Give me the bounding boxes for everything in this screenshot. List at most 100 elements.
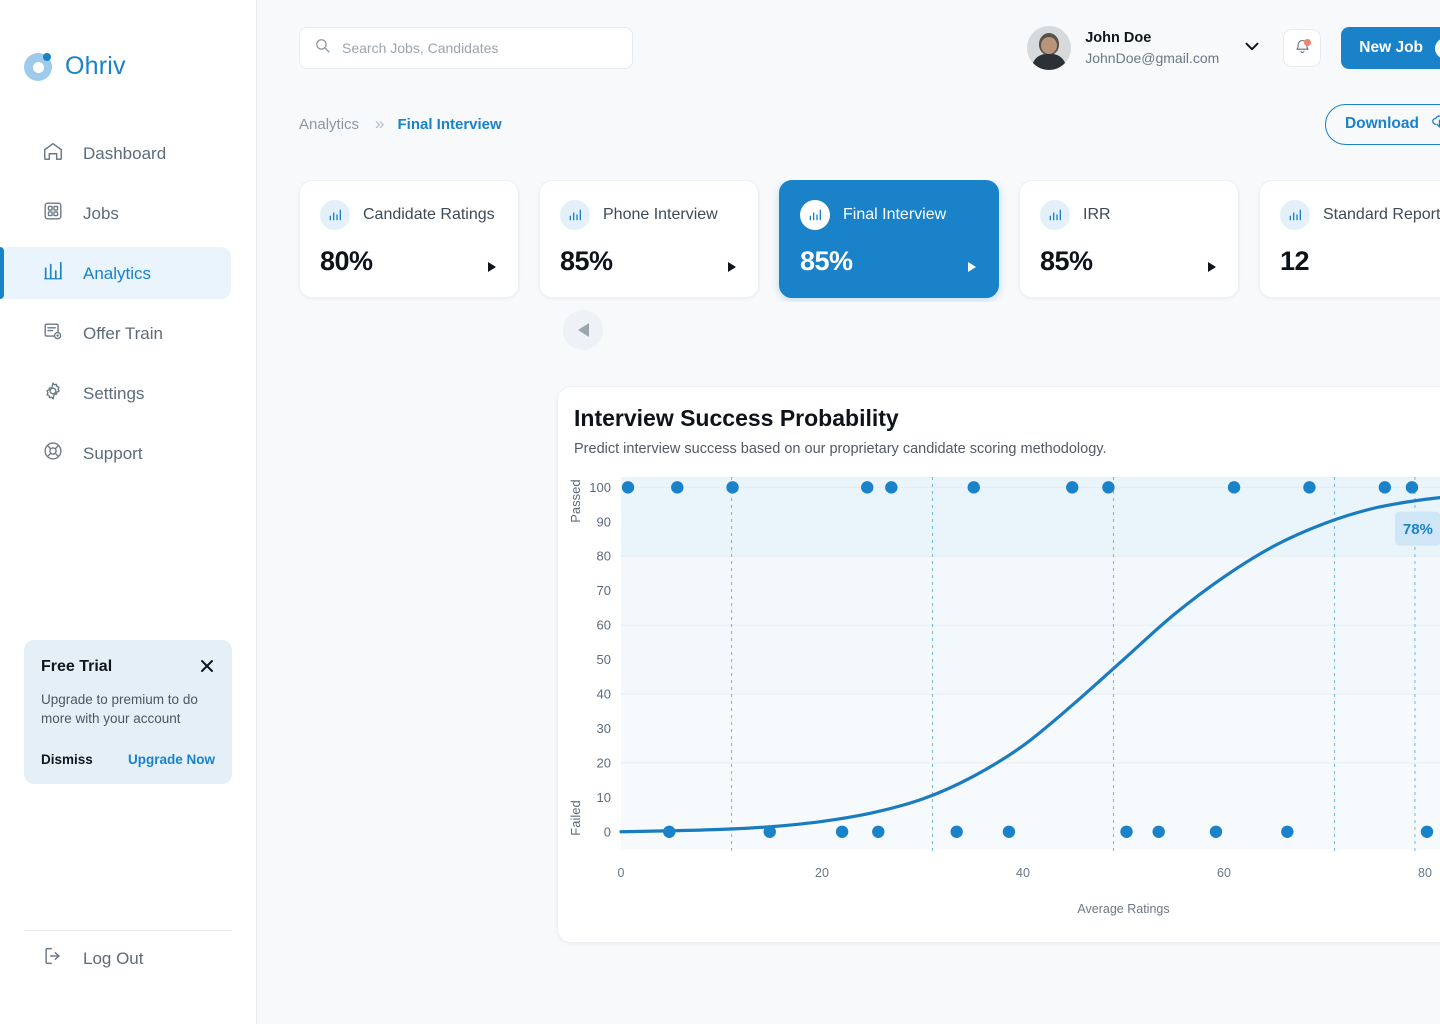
brand-name: Ohriv xyxy=(65,52,126,81)
caret-left-icon xyxy=(578,323,589,337)
chart-ytick-label: 40 xyxy=(597,687,611,702)
chart-point-failed xyxy=(1210,826,1222,838)
chart-point-failed xyxy=(663,826,675,838)
download-button[interactable]: Download xyxy=(1325,104,1440,145)
sidebar-item-jobs[interactable]: Jobs xyxy=(0,187,231,239)
sidebar-item-label: Support xyxy=(83,445,143,462)
main-content: John Doe JohnDoe@gmail.com New Job + xyxy=(257,0,1440,1024)
chart-ytick-label: 10 xyxy=(597,790,611,805)
chart-xtick-label: 80 xyxy=(1418,866,1432,880)
chart-point-passed xyxy=(1066,481,1078,493)
plus-icon: + xyxy=(1435,38,1440,59)
metric-card-value: 80% xyxy=(320,246,498,277)
profile-menu[interactable]: John Doe JohnDoe@gmail.com xyxy=(1027,26,1263,70)
gear-icon xyxy=(42,380,64,407)
chart-point-failed xyxy=(1003,826,1015,838)
breadcrumb-row: Analytics » Final Interview Download xyxy=(257,96,1440,152)
chart-point-failed xyxy=(872,826,884,838)
free-trial-card: Free Trial Upgrade to premium to do more… xyxy=(24,640,232,784)
grid-icon xyxy=(42,200,64,227)
profile-email: JohnDoe@gmail.com xyxy=(1085,49,1219,67)
sidebar-item-support[interactable]: Support xyxy=(0,427,231,479)
chart-point-failed xyxy=(950,826,962,838)
chevron-down-icon[interactable] xyxy=(1241,35,1263,62)
chart-ytick-label: 70 xyxy=(597,583,611,598)
sidebar-item-analytics[interactable]: Analytics xyxy=(0,247,231,299)
play-caret-icon[interactable] xyxy=(968,262,976,272)
search-icon xyxy=(314,37,331,59)
metric-card-phone-interview[interactable]: Phone Interview 85% xyxy=(539,180,759,298)
profile-name: John Doe xyxy=(1085,30,1219,47)
bar-chart-icon xyxy=(42,260,64,287)
bar-chart-icon xyxy=(320,200,350,230)
chart-point-failed xyxy=(1421,826,1433,838)
app-root: Ohriv Dashboard Jobs Analytics xyxy=(0,0,1440,1024)
metric-card-value: 12 xyxy=(1280,246,1440,277)
sidebar-item-label: Jobs xyxy=(83,205,119,222)
avatar xyxy=(1027,26,1071,70)
breadcrumb-separator-icon: » xyxy=(375,114,381,134)
metric-card-value: 85% xyxy=(800,246,978,277)
chart-point-failed xyxy=(836,826,848,838)
play-caret-icon[interactable] xyxy=(1208,262,1216,272)
close-icon[interactable] xyxy=(199,658,215,674)
free-trial-title: Free Trial xyxy=(41,658,112,676)
new-job-button[interactable]: New Job + xyxy=(1341,27,1440,69)
chart-point-passed xyxy=(1406,481,1418,493)
chart-point-passed xyxy=(622,481,634,493)
breadcrumb-current[interactable]: Final Interview xyxy=(398,116,502,133)
chart-ytick-label: 90 xyxy=(597,514,611,529)
sidebar-item-dashboard[interactable]: Dashboard xyxy=(0,127,231,179)
metric-card-standard-report[interactable]: Standard Report 12 xyxy=(1259,180,1440,298)
chart-point-failed xyxy=(1120,826,1132,838)
sidebar: Ohriv Dashboard Jobs Analytics xyxy=(0,0,257,1024)
logout-button[interactable]: Log Out xyxy=(42,945,144,972)
chart-xtick-label: 20 xyxy=(815,866,829,880)
chart-panel: Interview Success Probability Predict in… xyxy=(557,386,1440,943)
metric-card-title: IRR xyxy=(1083,206,1111,224)
chart-point-passed xyxy=(885,481,897,493)
metric-card-value: 85% xyxy=(560,246,738,277)
download-label: Download xyxy=(1345,115,1419,133)
metric-card-irr[interactable]: IRR 85% xyxy=(1019,180,1239,298)
chart-point-passed xyxy=(1102,481,1114,493)
chart-point-passed xyxy=(726,481,738,493)
chart-xtick-label: 0 xyxy=(618,866,625,880)
top-bar-right: John Doe JohnDoe@gmail.com New Job + xyxy=(1027,26,1440,70)
chart-ytick-label: 100 xyxy=(589,480,611,495)
carousel-prev-button[interactable] xyxy=(563,310,603,350)
sidebar-item-settings[interactable]: Settings xyxy=(0,367,231,419)
upgrade-now-button[interactable]: Upgrade Now xyxy=(128,752,215,767)
free-trial-body: Upgrade to premium to do more with your … xyxy=(41,690,215,728)
metric-card-candidate-ratings[interactable]: Candidate Ratings 80% xyxy=(299,180,519,298)
interview-success-chart[interactable]: 0102030405060708090100PassedFailed020406… xyxy=(558,459,1440,944)
chart-ytick-label: 50 xyxy=(597,652,611,667)
play-caret-icon[interactable] xyxy=(488,262,496,272)
dismiss-button[interactable]: Dismiss xyxy=(41,752,93,767)
sidebar-item-offer-train[interactable]: Offer Train xyxy=(0,307,231,359)
chart-point-passed xyxy=(861,481,873,493)
metric-card-title: Candidate Ratings xyxy=(363,206,495,224)
metric-card-value: 85% xyxy=(1040,246,1218,277)
play-caret-icon[interactable] xyxy=(728,262,736,272)
brand[interactable]: Ohriv xyxy=(0,0,256,81)
page-title: Interview Success Probability xyxy=(574,405,899,432)
search-box[interactable] xyxy=(299,27,633,69)
chart-annotation-label: 78% xyxy=(1403,521,1433,538)
new-job-label: New Job xyxy=(1359,39,1423,57)
chart-xtick-label: 60 xyxy=(1217,866,1231,880)
chart-point-passed xyxy=(1303,481,1315,493)
logout-icon xyxy=(42,945,64,972)
breadcrumb-parent[interactable]: Analytics xyxy=(299,116,359,133)
top-bar: John Doe JohnDoe@gmail.com New Job + xyxy=(257,0,1440,96)
sidebar-item-label: Settings xyxy=(83,385,144,402)
sidebar-divider xyxy=(24,930,232,931)
bar-chart-icon xyxy=(800,200,830,230)
panel-subtitle: Predict interview success based on our p… xyxy=(574,441,1107,457)
sidebar-item-label: Dashboard xyxy=(83,145,166,162)
search-input[interactable] xyxy=(342,40,618,56)
sidebar-nav: Dashboard Jobs Analytics Offer Train xyxy=(0,127,256,479)
notifications-button[interactable] xyxy=(1283,29,1321,67)
metric-card-final-interview[interactable]: Final Interview 85% xyxy=(779,180,999,298)
metric-cards-carousel: Candidate Ratings 80% Phone Interview 85… xyxy=(257,180,1440,302)
